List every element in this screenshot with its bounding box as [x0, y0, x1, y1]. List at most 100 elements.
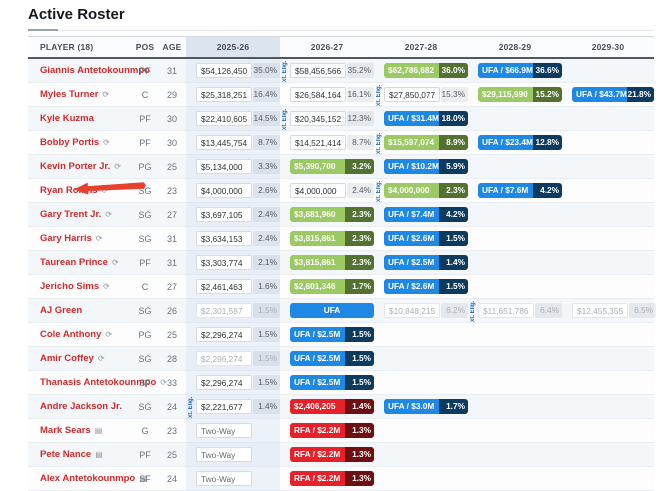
salary-entry: $4,000,0002.4% [290, 183, 374, 198]
season-cell [562, 395, 654, 419]
cap-pct: 2.4% [347, 183, 374, 198]
player-link[interactable]: Gary Harris [40, 233, 92, 244]
season-cell [562, 155, 654, 179]
age-cell: 30 [158, 131, 186, 155]
contract-pill-blue: UFA / $31.4M18.0% [384, 111, 468, 126]
column-header-player[interactable]: PLAYER (18) [28, 37, 132, 57]
column-header-y1[interactable]: 2025-26 [186, 37, 280, 57]
season-cell: $10,848,2156.2% [374, 299, 468, 323]
salary-entry: $20,345,15212.3% [290, 111, 374, 126]
position-cell: PG [132, 323, 158, 347]
position-cell: SG [132, 347, 158, 371]
salary-value: UFA / $3.0M [384, 399, 439, 414]
age-cell: 25 [158, 443, 186, 467]
cap-pct: 1.4% [253, 399, 280, 414]
season-cell [562, 419, 654, 443]
contract-pill-blue: UFA / $10.2M5.9% [384, 159, 468, 174]
season-cell: UFA / $66.9M36.6% [468, 59, 562, 83]
contract-pill-blue: UFA / $7.4M4.2% [384, 207, 468, 222]
salary-value: $2,801,346 [290, 279, 345, 294]
season-cell [468, 107, 562, 131]
contract-pill-blue: UFA / $2.5M1.5% [290, 327, 374, 342]
salary-value: $26,584,164 [290, 87, 346, 102]
cap-pct: 1.3% [345, 471, 374, 486]
cap-pct: 1.5% [345, 375, 374, 390]
player-link[interactable]: Amir Coffey [40, 353, 94, 364]
season-cell [468, 251, 562, 275]
player-link[interactable]: Alex Antetokounmpo [40, 473, 135, 484]
cap-pct: 1.7% [345, 279, 374, 294]
player-cell: Kevin Porter Jr. ⟳ [28, 155, 132, 179]
column-header-y2[interactable]: 2026-27 [280, 37, 374, 57]
salary-entry: $54,126,45035.0% [196, 63, 280, 78]
salary-entry: $12,455,3556.5% [572, 303, 656, 318]
contract-pill-green: $4,000,0002.3% [384, 183, 468, 198]
season-cell [468, 203, 562, 227]
player-link[interactable]: Mark Sears [40, 425, 91, 436]
player-cell: Jericho Sims⟳ [28, 275, 132, 299]
season-cell: UFA / $3.0M1.7% [374, 395, 468, 419]
player-link[interactable]: Taurean Prince [40, 257, 108, 268]
age-cell: 27 [158, 203, 186, 227]
season-cell [562, 203, 654, 227]
extension-eligible-marker: xt. Elig. [375, 83, 383, 107]
column-header-y5[interactable]: 2029-30 [562, 37, 654, 57]
column-header-pos[interactable]: POS [132, 37, 158, 57]
cap-pct: 16.4% [253, 87, 280, 102]
cap-pct: 3.3% [253, 159, 280, 174]
column-header-y3[interactable]: 2027-28 [374, 37, 468, 57]
position-cell: SF [132, 467, 158, 491]
two-way-value: Two-Way [196, 447, 252, 462]
column-header-y4[interactable]: 2028-29 [468, 37, 562, 57]
cap-pct: 1.4% [439, 255, 468, 270]
age-cell: 28 [158, 347, 186, 371]
salary-entry: $3,303,7742.1% [196, 255, 280, 270]
player-cell: Mark Sears▤ [28, 419, 132, 443]
salary-value: UFA / $23.4M [478, 135, 533, 150]
season-cell [468, 227, 562, 251]
player-link[interactable]: Bobby Portis [40, 137, 99, 148]
season-cell: $14,521,4148.7% [280, 131, 374, 155]
player-link[interactable]: Myles Turner [40, 89, 98, 100]
player-link[interactable]: Kyle Kuzma [40, 113, 94, 124]
season-cell: $29,115,99015.2% [468, 83, 562, 107]
player-link[interactable]: Andre Jackson Jr. [40, 401, 122, 412]
player-link[interactable]: Cole Anthony [40, 329, 101, 340]
title-divider-accent [28, 29, 58, 31]
title-divider [28, 30, 654, 31]
contract-pill-ufa: UFA [290, 303, 374, 318]
player-link[interactable]: Gary Trent Jr. [40, 209, 101, 220]
cap-pct: 2.3% [345, 255, 374, 270]
season-cell: $3,634,1532.4% [186, 227, 280, 251]
age-cell: 26 [158, 299, 186, 323]
age-cell: 27 [158, 275, 186, 299]
table-row: Kyle KuzmaPF30$22,410,60514.5%xt. Elig.$… [28, 107, 654, 131]
season-cell [468, 371, 562, 395]
player-cell: Alex Antetokounmpo▤ [28, 467, 132, 491]
season-cell [468, 395, 562, 419]
salary-value: UFA / $43.7M [572, 87, 627, 102]
age-cell: 25 [158, 155, 186, 179]
player-link[interactable]: Pete Nance [40, 449, 91, 460]
trade-restriction-icon: ⟳ [114, 163, 121, 171]
player-link[interactable]: Kevin Porter Jr. [40, 161, 110, 172]
player-link[interactable]: Jericho Sims [40, 281, 99, 292]
contract-pill-blue: UFA / $3.0M1.7% [384, 399, 468, 414]
contract-pill-green: $3,881,9602.3% [290, 207, 374, 222]
season-cell: $4,000,0002.4% [280, 179, 374, 203]
column-header-age[interactable]: AGE [158, 37, 186, 57]
contract-pill-green: $29,115,99015.2% [478, 87, 562, 102]
salary-value: $5,390,700 [290, 159, 345, 174]
contract-pill-green: $5,390,7003.2% [290, 159, 374, 174]
cap-pct: 6.4% [535, 303, 562, 318]
table-row: Jericho Sims⟳C27$2,461,4631.6%$2,801,346… [28, 275, 654, 299]
player-link[interactable]: AJ Green [40, 305, 82, 316]
contract-pill-blue: UFA / $2.5M1.5% [290, 375, 374, 390]
salary-value: $54,126,450 [196, 63, 252, 78]
salary-entry: $3,634,1532.4% [196, 231, 280, 246]
salary-entry: $2,296,2741.5% [196, 327, 280, 342]
salary-value: $12,455,355 [572, 303, 628, 318]
season-cell [562, 251, 654, 275]
season-cell [468, 467, 562, 491]
salary-value: $11,651,786 [478, 303, 534, 318]
